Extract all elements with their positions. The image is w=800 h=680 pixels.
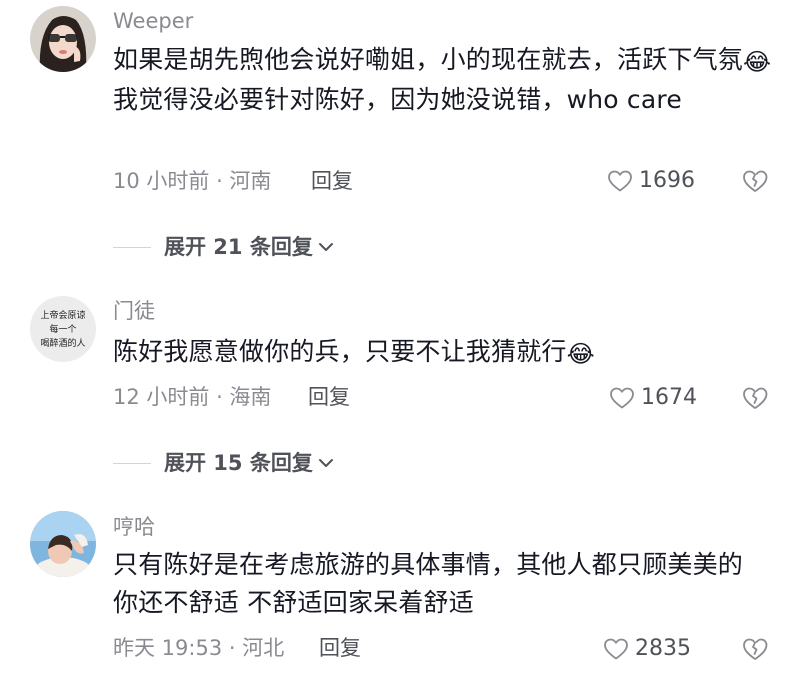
broken-heart-outline-icon xyxy=(743,638,768,660)
reply-button[interactable]: 回复 xyxy=(319,634,361,662)
comment-text: 陈好我愿意做你的兵，只要不让我猜就行😂 xyxy=(113,333,773,373)
like-count: 1674 xyxy=(641,385,697,410)
comment-text-part: 如果是胡先煦他会说好嘞姐，小的现在就去，活跃下气氛 xyxy=(113,45,744,74)
avatar[interactable]: 上帝会原谅 每一个 喝醉酒的人 xyxy=(30,296,96,362)
heart-outline-icon xyxy=(608,170,632,192)
heart-outline-icon xyxy=(610,387,634,409)
like-button[interactable]: 2835 xyxy=(603,635,691,663)
like-button[interactable]: 1674 xyxy=(609,384,697,412)
username[interactable]: 哼哈 xyxy=(113,514,155,540)
comment-text-part: 我觉得没必要针对陈好，因为她没说错，who care xyxy=(113,85,682,114)
expand-replies-label: 展开 21 条回复 xyxy=(164,235,313,259)
laugh-cry-emoji-icon: 😂 xyxy=(566,340,595,368)
broken-heart-outline-icon xyxy=(743,170,768,192)
comment-text-part: 陈好我愿意做你的兵，只要不让我猜就行 xyxy=(113,337,567,366)
chevron-down-icon xyxy=(318,243,333,251)
avatar-image: 上帝会原谅 每一个 喝醉酒的人 xyxy=(30,296,96,362)
expand-replies-button[interactable]: 展开 21 条回复 xyxy=(113,233,335,261)
expand-replies-button[interactable]: 展开 15 条回复 xyxy=(113,449,335,477)
avatar-image xyxy=(30,6,96,72)
dislike-button[interactable] xyxy=(740,384,770,412)
like-count: 2835 xyxy=(635,636,691,661)
time-location: 12 小时前 · 海南 xyxy=(113,385,272,409)
avatar-text: 每一个 xyxy=(49,323,76,335)
laugh-cry-emoji-icon: 😂 xyxy=(743,48,772,76)
comment-text: 如果是胡先煦他会说好嘞姐，小的现在就去，活跃下气氛😂 我觉得没必要针对陈好，因为她… xyxy=(113,41,773,119)
username[interactable]: 门徒 xyxy=(113,298,155,324)
chevron-down-icon xyxy=(318,459,333,467)
reply-button[interactable]: 回复 xyxy=(311,167,353,195)
divider-line xyxy=(113,462,151,464)
avatar[interactable] xyxy=(30,6,96,72)
like-button[interactable]: 1696 xyxy=(607,167,695,195)
dislike-button[interactable] xyxy=(740,167,770,195)
time-location: 昨天 19:53 · 河北 xyxy=(113,636,285,660)
heart-outline-icon xyxy=(604,638,628,660)
expand-replies-label: 展开 15 条回复 xyxy=(164,451,313,475)
avatar-image xyxy=(30,511,96,577)
username[interactable]: Weeper xyxy=(113,8,193,34)
reply-button[interactable]: 回复 xyxy=(308,383,350,411)
avatar-text: 喝醉酒的人 xyxy=(40,337,85,349)
comment-text: 只有陈好是在考虑旅游的具体事情，其他人都只顾美美的 你还不舒适 不舒适回家呆着舒… xyxy=(113,546,773,622)
comment-text-part: 只有陈好是在考虑旅游的具体事情，其他人都只顾美美的 你还不舒适 不舒适回家呆着舒… xyxy=(113,550,744,617)
divider-line xyxy=(113,246,151,248)
dislike-button[interactable] xyxy=(740,635,770,663)
time-location: 10 小时前 · 河南 xyxy=(113,169,272,193)
avatar-text: 上帝会原谅 xyxy=(40,309,85,321)
broken-heart-outline-icon xyxy=(743,387,768,409)
like-count: 1696 xyxy=(639,168,695,193)
avatar[interactable] xyxy=(30,511,96,577)
